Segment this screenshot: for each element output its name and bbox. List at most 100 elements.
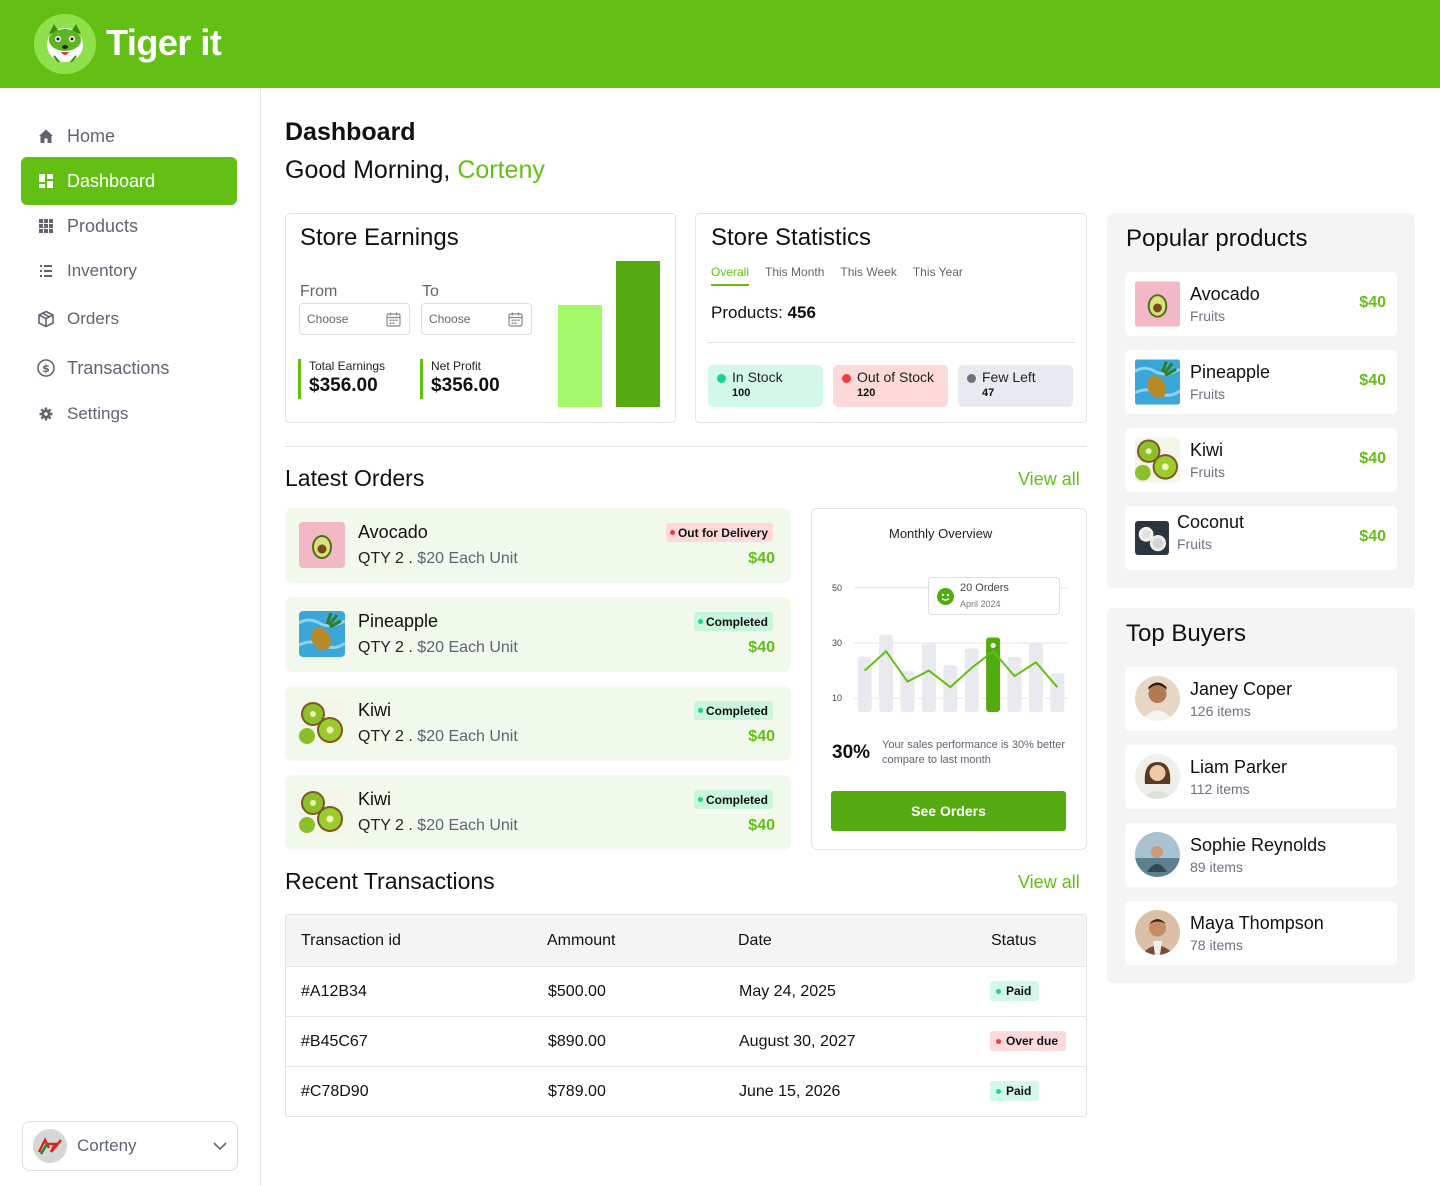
sidebar: Home Dashboard Products Inventory Orders… [0,88,261,1186]
kiwi-image [299,700,345,746]
pineapple-image [299,611,345,657]
sidebar-item-inventory[interactable]: Inventory [21,247,237,295]
product-card[interactable]: Avocado Fruits $40 [1125,272,1397,336]
buyer-name: Maya Thompson [1190,913,1324,933]
sidebar-item-home[interactable]: Home [21,112,237,160]
products-label: Products: [711,303,783,322]
order-card[interactable]: Kiwi QTY 2 . $20 Each Unit Completed $40 [285,686,791,761]
to-date-placeholder: Choose [429,312,471,326]
order-unit-price: $20 Each Unit [417,817,518,834]
calendar-icon[interactable] [386,312,401,330]
table-row[interactable]: #A12B34 $500.00 May 24, 2025 Paid [286,967,1086,1017]
sidebar-item-dashboard[interactable]: Dashboard [21,157,237,205]
brand-name: Tiger it [106,22,222,63]
tab-this-week[interactable]: This Week [840,265,896,286]
avatar [33,1129,67,1163]
product-card[interactable]: Kiwi Fruits $40 [1125,428,1397,492]
status-badge-label: Completed [705,614,768,629]
status-badge: Completed [693,701,773,720]
status-badge: Paid [990,1081,1040,1101]
transaction-amount: $789.00 [548,1083,606,1100]
order-unit-price: $20 Each Unit [417,639,518,656]
order-qty: QTY 2 . $20 Each Unit [358,550,518,568]
table-row[interactable]: #C78D90 $789.00 June 15, 2026 Paid [286,1067,1086,1116]
transaction-id: #B45C67 [301,1033,368,1050]
chart-bar [879,634,894,712]
out-of-stock-label: Out of Stock [857,369,935,385]
sidebar-item-label: Products [67,215,139,236]
transactions-table: Transaction id Ammount Date Status #A12B… [285,914,1087,1117]
store-earnings-title: Store Earnings [300,224,459,251]
in-stock-label: In Stock [732,369,783,385]
latest-orders-view-all-link[interactable]: View all [1018,469,1080,490]
tab-overall[interactable]: Overall [711,265,750,286]
product-card[interactable]: Pineapple Fruits $40 [1125,350,1397,414]
smile-icon [937,588,954,605]
tiger-logo-icon[interactable] [34,14,96,74]
gear-icon [37,405,55,423]
user-menu[interactable]: Corteny [22,1121,238,1171]
from-date-input[interactable]: Choose [299,303,410,335]
sidebar-item-transactions[interactable]: $ Transactions [21,344,237,392]
greeting: Good Morning, Corteny [285,156,545,185]
column-header[interactable]: Date [738,932,772,950]
chevron-down-icon[interactable] [213,1136,227,1156]
status-badge-label: Completed [705,703,768,718]
box-icon [37,310,55,328]
dollar-icon: $ [37,359,55,377]
buyer-card[interactable]: Maya Thompson 78 items [1125,901,1397,965]
to-date-input[interactable]: Choose [421,303,532,335]
column-header[interactable]: Transaction id [301,932,401,950]
order-qty-value: QTY 2 . [358,639,413,656]
transaction-date: June 15, 2026 [739,1083,841,1100]
recent-transactions-view-all-link[interactable]: View all [1018,872,1080,893]
buyer-name: Janey Coper [1190,679,1293,699]
table-row[interactable]: #B45C67 $890.00 August 30, 2027 Over due [286,1017,1086,1067]
buyer-card[interactable]: Sophie Reynolds 89 items [1125,823,1397,887]
tab-this-month[interactable]: This Month [765,265,824,286]
order-card[interactable]: Pineapple QTY 2 . $20 Each Unit Complete… [285,597,791,672]
avocado-image [1135,281,1180,327]
products-value: 456 [787,303,816,322]
latest-orders-title: Latest Orders [285,465,425,491]
status-badge: Over due [990,1031,1067,1051]
order-card[interactable]: Kiwi QTY 2 . $20 Each Unit Completed $40 [285,775,791,850]
product-name: Avocado [1190,284,1260,304]
order-name: Kiwi [358,700,392,720]
order-card[interactable]: Avocado QTY 2 . $20 Each Unit Out for De… [285,508,791,583]
buyer-card[interactable]: Janey Coper 126 items [1125,667,1397,731]
product-price: $40 [1359,528,1386,545]
column-header[interactable]: Status [991,932,1036,950]
performance-percent: 30% [832,742,871,763]
monthly-overview-title: Monthly Overview [889,526,993,541]
sidebar-item-label: Transactions [67,357,170,378]
order-price: $40 [748,550,775,567]
list-icon [37,262,55,280]
buyer-card[interactable]: Liam Parker 112 items [1125,745,1397,809]
product-price: $40 [1359,450,1386,467]
store-statistics-title: Store Statistics [711,224,872,251]
sidebar-item-products[interactable]: Products [21,202,237,250]
tooltip-date: April 2024 [960,599,1001,609]
highlight-point [990,642,996,648]
chart-tooltip: 20 Orders April 2024 [928,577,1060,615]
order-qty-value: QTY 2 . [358,550,413,567]
products-count: Products: 456 [711,303,816,323]
order-price: $40 [748,817,775,834]
avocado-image [299,522,345,568]
to-label: To [422,283,439,300]
avatar [1135,832,1180,877]
see-orders-button[interactable]: See Orders [831,791,1066,831]
product-card[interactable]: Coconut Fruits $40 [1125,506,1397,570]
sidebar-item-label: Dashboard [67,170,156,191]
sidebar-item-settings[interactable]: Settings [21,390,237,438]
order-qty: QTY 2 . $20 Each Unit [358,817,518,835]
column-header[interactable]: Ammount [547,932,615,950]
in-stock-value: 100 [732,387,751,399]
popular-products-title: Popular products [1126,225,1308,252]
status-badge-label: Paid [1006,984,1032,998]
tab-this-year[interactable]: This Year [913,265,963,286]
calendar-icon[interactable] [508,312,523,330]
few-left-label: Few Left [982,369,1036,385]
sidebar-item-orders[interactable]: Orders [21,295,237,343]
